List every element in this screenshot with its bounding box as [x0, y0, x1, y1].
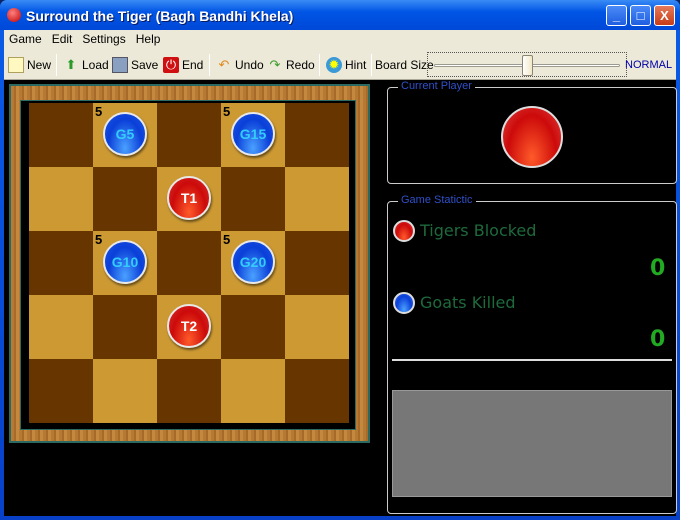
separator: [371, 54, 372, 76]
board-cell[interactable]: [93, 295, 157, 359]
toolbar: New ⬆ Load Save ⏻ End ↶ Undo ↷ Redo ✹ Hint Bo…: [4, 49, 676, 80]
board-cell[interactable]: [221, 167, 285, 231]
goats-killed-count: 0: [650, 327, 666, 352]
redo-icon: ↷: [269, 57, 281, 72]
slider-thumb[interactable]: [522, 55, 533, 76]
undo-icon: ↶: [218, 57, 230, 72]
message-area: [392, 390, 672, 497]
tiger-piece[interactable]: T1: [167, 176, 211, 220]
new-file-icon: [8, 57, 24, 73]
power-icon: ⏻: [163, 57, 179, 73]
maximize-button[interactable]: □: [630, 5, 651, 26]
game-board[interactable]: G5 5 G15 5 T1 G10 5 G20 5 T2: [29, 103, 349, 423]
board-cell[interactable]: [221, 295, 285, 359]
goat-stack-count: 5: [95, 104, 103, 119]
tigers-blocked-label: Tigers Blocked: [420, 221, 537, 240]
goat-stack-count: 5: [95, 232, 103, 247]
board-cell[interactable]: [285, 295, 349, 359]
goat-piece[interactable]: G5: [103, 112, 147, 156]
board-cell[interactable]: [157, 359, 221, 423]
save-icon: [112, 57, 128, 73]
goat-icon: [393, 292, 415, 314]
board-size-label: Board Size: [375, 58, 434, 72]
separator: [209, 54, 210, 76]
menu-help[interactable]: Help: [131, 30, 166, 46]
goat-stack-count: 5: [223, 104, 231, 119]
goat-piece[interactable]: G10: [103, 240, 147, 284]
menu-edit[interactable]: Edit: [47, 30, 78, 46]
goat-piece[interactable]: G20: [231, 240, 275, 284]
new-button[interactable]: New: [8, 57, 51, 73]
load-label: Load: [82, 58, 109, 72]
title-bar[interactable]: Surround the Tiger (Bagh Bandhi Khela) _…: [0, 0, 680, 30]
divider: [392, 359, 672, 361]
board-cell[interactable]: [93, 167, 157, 231]
menu-game[interactable]: Game: [4, 30, 47, 46]
current-player-tiger-icon: [501, 106, 563, 168]
undo-button[interactable]: ↶ Undo: [216, 57, 264, 73]
tigers-blocked-count: 0: [650, 256, 666, 281]
menu-settings[interactable]: Settings: [77, 30, 130, 46]
hint-bulb-icon: ✹: [326, 57, 342, 73]
game-statistic-legend: Game Statictic: [398, 194, 476, 206]
minimize-button[interactable]: _: [606, 5, 627, 26]
board-cell[interactable]: [285, 167, 349, 231]
board-cell[interactable]: [285, 231, 349, 295]
goats-killed-label: Goats Killed: [420, 293, 516, 312]
separator: [56, 54, 57, 76]
current-player-group: Current Player: [387, 80, 677, 184]
end-label: End: [182, 58, 204, 72]
goat-piece[interactable]: G15: [231, 112, 275, 156]
app-icon: [7, 8, 21, 22]
end-button[interactable]: ⏻ End: [163, 57, 203, 73]
new-label: New: [27, 58, 52, 72]
current-player-legend: Current Player: [398, 80, 475, 92]
board-cell[interactable]: [157, 103, 221, 167]
hint-button[interactable]: ✹ Hint: [326, 57, 366, 73]
goat-stack-count: 5: [223, 232, 231, 247]
separator: [319, 54, 320, 76]
menu-bar: Game Edit Settings Help: [4, 30, 676, 49]
board-cell[interactable]: [29, 231, 93, 295]
save-button[interactable]: Save: [112, 57, 158, 73]
board-cell[interactable]: [29, 359, 93, 423]
redo-label: Redo: [286, 58, 315, 72]
load-icon: ⬆: [65, 57, 77, 72]
board-cell[interactable]: [29, 167, 93, 231]
hint-label: Hint: [345, 58, 367, 72]
close-button[interactable]: X: [654, 5, 675, 26]
undo-label: Undo: [235, 58, 264, 72]
app-window: Surround the Tiger (Bagh Bandhi Khela) _…: [0, 0, 680, 520]
save-label: Save: [131, 58, 159, 72]
board-size-slider[interactable]: [427, 52, 627, 77]
board-cell[interactable]: [29, 295, 93, 359]
window-title: Surround the Tiger (Bagh Bandhi Khela): [26, 8, 294, 24]
board-size-value: NORMAL: [625, 59, 673, 71]
board-cell[interactable]: [285, 359, 349, 423]
board-cell[interactable]: [285, 103, 349, 167]
board-cell[interactable]: [221, 359, 285, 423]
board-cell[interactable]: [157, 231, 221, 295]
load-button[interactable]: ⬆ Load: [63, 57, 109, 73]
board-cell[interactable]: [93, 359, 157, 423]
game-statistic-group: Game Statictic Tigers Blocked 0 Goats Ki…: [387, 194, 677, 514]
redo-button[interactable]: ↷ Redo: [267, 57, 315, 73]
tiger-icon: [393, 220, 415, 242]
tiger-piece[interactable]: T2: [167, 304, 211, 348]
board-cell[interactable]: [29, 103, 93, 167]
